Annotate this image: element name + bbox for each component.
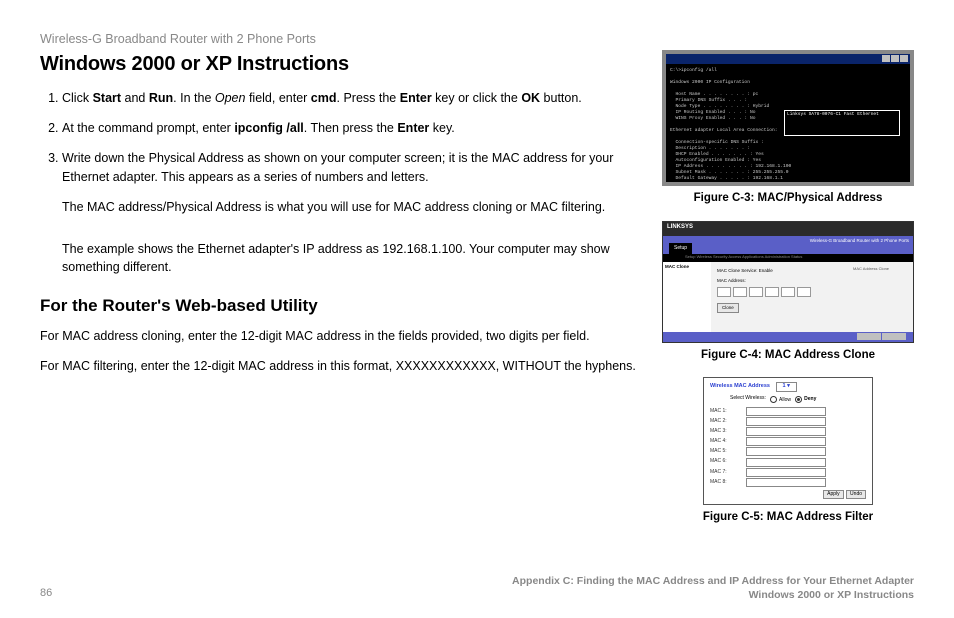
page-footer: 86 Appendix C: Finding the MAC Address a… — [40, 574, 914, 602]
mac-input-4 — [746, 437, 826, 446]
linksys-header: Wireless-G Broadband Router with 2 Phone… — [663, 236, 913, 254]
mac-input-2 — [746, 417, 826, 426]
instruction-list: Click Start and Run. In the Open field, … — [40, 89, 638, 276]
filter-ui-image: Wireless MAC Address 1 ▾ Select Wireless… — [703, 377, 873, 505]
product-header: Wireless-G Broadband Router with 2 Phone… — [40, 30, 914, 48]
figure-c4-caption: Figure C-4: MAC Address Clone — [662, 347, 914, 364]
linksys-footer — [663, 332, 913, 342]
main-column: Windows 2000 or XP Instructions Click St… — [40, 50, 638, 540]
figure-c5: Wireless MAC Address 1 ▾ Select Wireless… — [662, 377, 914, 526]
mac-input-1 — [746, 407, 826, 416]
mac-input-6 — [746, 458, 826, 467]
step-1: Click Start and Run. In the Open field, … — [62, 89, 638, 107]
filter-rows: MAC 1: MAC 2: MAC 3: MAC 4: MAC 5: MAC 6… — [710, 407, 866, 487]
filtering-note: For MAC filtering, enter the 12-digit MA… — [40, 357, 638, 375]
section-title-2: For the Router's Web-based Utility — [40, 294, 638, 319]
mac-input-5 — [746, 447, 826, 456]
step-3: Write down the Physical Address as shown… — [62, 149, 638, 276]
undo-button: Undo — [846, 490, 866, 499]
maximize-icon — [891, 55, 899, 62]
linksys-brand: LINKSYS — [663, 222, 913, 236]
cmd-titlebar — [666, 54, 910, 64]
mac-input-8 — [746, 478, 826, 487]
example-note: The example shows the Ethernet adapter's… — [62, 240, 638, 276]
setup-tab: Setup — [669, 243, 692, 254]
cmd-window-image: C:\>ipconfig /all Windows 2000 IP Config… — [662, 50, 914, 186]
linksys-left-label: MAC Clone — [663, 262, 711, 336]
filter-mode: Select Wireless: Allow Deny — [730, 395, 866, 403]
close-icon — [900, 55, 908, 62]
clone-button: Clone — [717, 303, 739, 314]
mac-input-3 — [746, 427, 826, 436]
figure-c5-caption: Figure C-5: MAC Address Filter — [662, 509, 914, 526]
linksys-form: MAC Clone Service: Enable MAC Address: C… — [711, 262, 849, 336]
filter-select: 1 ▾ — [776, 382, 797, 392]
physical-address-callout: Linksys SA78-0076-C1 Fast Ethernet — [784, 110, 900, 136]
step-2: At the command prompt, enter ipconfig /a… — [62, 119, 638, 137]
filter-title: Wireless MAC Address — [710, 383, 770, 389]
radio-deny — [795, 396, 802, 403]
figure-column: C:\>ipconfig /all Windows 2000 IP Config… — [662, 50, 914, 540]
radio-allow — [770, 396, 777, 403]
figure-c3-caption: Figure C-3: MAC/Physical Address — [662, 190, 914, 207]
section-title-1: Windows 2000 or XP Instructions — [40, 50, 638, 79]
linksys-product-tag: Wireless-G Broadband Router with 2 Phone… — [810, 238, 909, 245]
linksys-ui-image: LINKSYS Wireless-G Broadband Router with… — [662, 221, 914, 343]
linksys-help: MAC Address Clone — [849, 262, 913, 336]
mac-input-7 — [746, 468, 826, 477]
minimize-icon — [882, 55, 890, 62]
filter-mode-label: Select Wireless: — [730, 395, 766, 402]
linksys-subtabs: Setup Wireless Security Access Applicati… — [663, 254, 913, 262]
appendix-label: Appendix C: Finding the MAC Address and … — [512, 574, 914, 602]
page-number: 86 — [40, 586, 52, 602]
figure-c3: C:\>ipconfig /all Windows 2000 IP Config… — [662, 50, 914, 207]
figure-c4: LINKSYS Wireless-G Broadband Router with… — [662, 221, 914, 364]
cloning-note: For MAC address cloning, enter the 12-di… — [40, 327, 638, 345]
apply-button: Apply — [823, 490, 844, 499]
mac-note: The MAC address/Physical Address is what… — [62, 198, 638, 216]
